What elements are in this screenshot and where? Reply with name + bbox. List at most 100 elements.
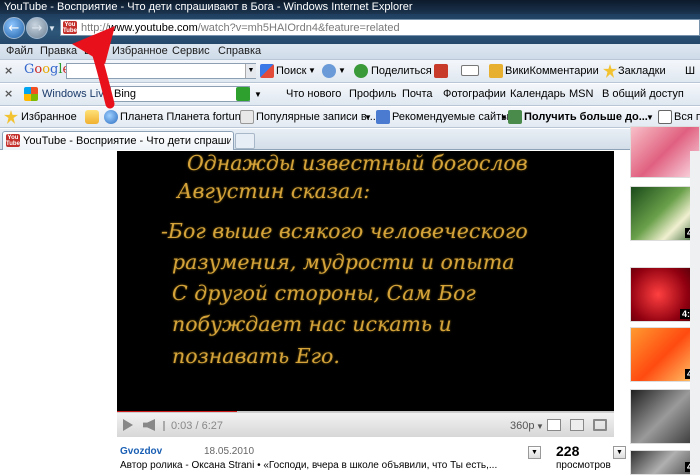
add-button-icon[interactable]: [322, 64, 336, 78]
quality-selector[interactable]: 360p: [510, 419, 534, 433]
video-text-line: разумения, мудрости и опыта: [172, 250, 515, 274]
url-path: /watch?v=mh5HAIOrdn4&feature=related: [197, 21, 400, 34]
favorite-item-planeta[interactable]: Планета Планета fortun...: [120, 110, 250, 124]
add-favorite-icon[interactable]: [85, 110, 99, 124]
popout-icon[interactable]: [547, 419, 561, 431]
video-text-line: С другой стороны, Сам Бог: [172, 281, 476, 305]
bing-search-icon[interactable]: [236, 87, 250, 101]
share-button[interactable]: Поделиться: [371, 64, 432, 78]
favorite-item-vsya[interactable]: Вся прав: [674, 110, 700, 124]
wiki-comments-button[interactable]: ВикиКомментарии: [505, 64, 599, 78]
live-link-msn[interactable]: MSN: [569, 87, 593, 101]
back-arrow-icon: ←: [8, 20, 20, 36]
video-text-line: Однажды известный богослов: [187, 151, 528, 175]
suggested-dropdown-icon[interactable]: ▼: [500, 111, 508, 125]
page-icon: [240, 110, 254, 124]
live-link-whats-new[interactable]: Что нового: [286, 87, 341, 101]
tab-youtube[interactable]: You Tube YouTube - Восприятие - Что дети …: [2, 131, 234, 150]
quality-dropdown-icon[interactable]: ▼: [536, 420, 544, 434]
search-options-dropdown-icon[interactable]: ▼: [308, 64, 316, 78]
share-icon: [354, 64, 368, 78]
google-logo: Google: [24, 62, 70, 77]
google-search-button[interactable]: Поиск: [276, 64, 306, 78]
favorites-star-icon: [4, 110, 18, 124]
address-bar[interactable]: You Tube http://www.youtube.com/watch?v=m…: [60, 19, 700, 36]
new-tab-button[interactable]: [235, 133, 255, 149]
video-info: Gvozdov 18.05.2010 Автор ролика - Оксана…: [117, 440, 626, 475]
page-scrollbar[interactable]: [690, 151, 700, 475]
bing-dropdown-icon[interactable]: ▼: [254, 88, 262, 102]
live-link-photos[interactable]: Фотографии: [443, 87, 506, 101]
globe-icon: [104, 110, 118, 124]
favorite-item-suggested[interactable]: Рекомендуемые сайты: [392, 110, 509, 124]
youtube-favicon-icon: You Tube: [63, 21, 77, 34]
bing-search-input[interactable]: Bing: [110, 86, 250, 102]
window-title: YouTube - Восприятие - Что дети спрашива…: [4, 1, 413, 13]
menu-tools[interactable]: Сервис: [172, 45, 210, 57]
author-link[interactable]: Gvozdov: [120, 445, 162, 459]
windows-live-toolbar: × Windows Live Bing ▼ Что нового Профиль…: [0, 84, 700, 106]
google-search-dropdown-icon[interactable]: ▼: [245, 64, 256, 78]
wiki-icon: [489, 64, 503, 78]
menu-view[interactable]: Вид: [84, 45, 104, 57]
google-toolbar: × Google ▼ Поиск ▼ ▼ Поделиться ВикиКомм…: [0, 60, 700, 83]
live-link-mail[interactable]: Почта: [402, 87, 433, 101]
fullscreen-icon[interactable]: [593, 419, 607, 431]
video-text-line: познавать Его.: [172, 344, 340, 368]
close-live-toolbar-icon[interactable]: ×: [4, 87, 13, 101]
history-dropdown-icon[interactable]: ▼: [48, 24, 56, 33]
check-icon[interactable]: [434, 64, 448, 78]
news-icon: [658, 110, 672, 124]
get-more-dropdown-icon[interactable]: ▼: [646, 111, 654, 125]
volume-icon[interactable]: [143, 419, 155, 431]
url-prefix: http://: [81, 21, 109, 34]
video-text-line: Августин сказал:: [177, 179, 371, 203]
close-toolbar-icon[interactable]: ×: [4, 64, 13, 78]
tab-favicon-icon: You Tube: [6, 134, 20, 147]
tab-bar: You Tube YouTube - Восприятие - Что дети …: [0, 129, 700, 150]
google-search-icon[interactable]: [260, 64, 274, 78]
google-search-input[interactable]: [66, 63, 256, 79]
windows-live-logo-icon: [24, 87, 38, 101]
expand-description-icon[interactable]: ▼: [528, 446, 541, 459]
addons-icon: [508, 110, 522, 124]
forward-button[interactable]: →: [26, 17, 48, 39]
tab-title: YouTube - Восприятие - Что дети спрашива…: [23, 135, 231, 147]
menu-bar: Файл Правка Вид Избранное Сервис Справка: [0, 44, 700, 60]
back-button[interactable]: ←: [3, 17, 25, 39]
video-controls: 0:03 / 6:27 360p ▼: [117, 412, 614, 437]
add-dropdown-icon[interactable]: ▼: [338, 64, 346, 78]
view-count: 228: [556, 443, 580, 459]
favorites-bar: Избранное Планета Планета fortun... Попу…: [0, 107, 700, 128]
bookmark-star-icon: [603, 64, 617, 78]
menu-edit[interactable]: Правка: [40, 45, 77, 57]
video-description: Автор ролика - Оксана Strani • «Господи,…: [120, 460, 498, 471]
live-link-calendar[interactable]: Календарь: [510, 87, 566, 101]
video-time: 0:03 / 6:27: [171, 420, 223, 432]
play-icon[interactable]: [123, 419, 133, 431]
url-host: www.youtube.com: [108, 21, 198, 34]
toolbar-overflow-label[interactable]: Ш: [685, 64, 695, 78]
bookmarks-button[interactable]: Закладки: [618, 64, 666, 78]
view-count-label: просмотров: [556, 460, 611, 471]
windows-live-brand[interactable]: Windows Live: [42, 87, 110, 101]
video-player[interactable]: Однажды известный богослов Августин сказ…: [117, 151, 614, 412]
menu-help[interactable]: Справка: [218, 45, 261, 57]
live-link-share[interactable]: В общий доступ: [602, 87, 684, 101]
volume-separator: [159, 421, 165, 431]
url-text[interactable]: http://www.youtube.com/watch?v=mh5HAIOrd…: [81, 22, 400, 34]
upload-date: 18.05.2010: [204, 446, 255, 457]
menu-favorites[interactable]: Избранное: [112, 45, 168, 57]
favorites-button[interactable]: Избранное: [21, 110, 77, 124]
menu-file[interactable]: Файл: [6, 45, 33, 57]
popular-dropdown-icon[interactable]: ▼: [364, 111, 372, 125]
suggested-sites-icon: [376, 110, 390, 124]
stats-expand-icon[interactable]: ▼: [613, 446, 626, 459]
favorite-item-popular[interactable]: Популярные записи в...: [256, 110, 376, 124]
favorite-item-get-more[interactable]: Получить больше до...: [524, 110, 648, 124]
widescreen-icon[interactable]: [570, 419, 584, 431]
window-title-bar: YouTube - Восприятие - Что дети спрашива…: [0, 0, 700, 14]
translate-icon[interactable]: [461, 65, 479, 76]
video-text-line: побуждает нас искать и: [172, 312, 452, 336]
live-link-profile[interactable]: Профиль: [349, 87, 397, 101]
